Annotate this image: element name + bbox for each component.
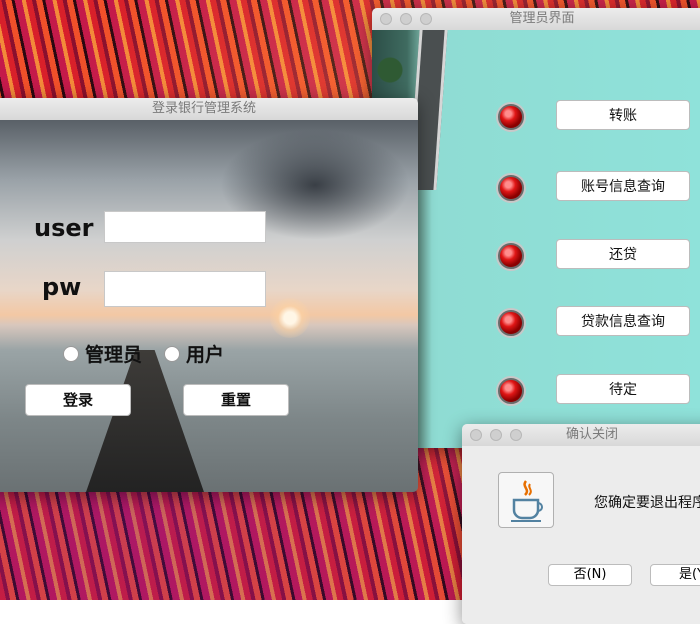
admin-window-title: 管理员界面 xyxy=(509,11,575,26)
role-admin-label: 管理员 xyxy=(85,344,143,366)
window-controls xyxy=(470,429,522,441)
reset-button[interactable]: 重置 xyxy=(183,384,289,416)
status-led-icon xyxy=(498,310,524,336)
role-user-label: 用户 xyxy=(186,344,225,366)
confirm-close-dialog: 确认关闭 您确定要退出程序 否(N) 是(Y xyxy=(462,424,700,624)
status-led-icon xyxy=(498,104,524,130)
status-led-icon xyxy=(498,175,524,201)
pw-label: pw xyxy=(42,273,82,301)
minimize-button[interactable] xyxy=(400,13,412,25)
user-input[interactable] xyxy=(104,211,266,243)
confirm-message: 您确定要退出程序 xyxy=(594,495,700,511)
confirm-dialog-title: 确认关闭 xyxy=(565,427,618,442)
status-led-icon xyxy=(498,243,524,269)
confirm-content: 您确定要退出程序 否(N) 是(Y xyxy=(462,446,700,624)
java-icon xyxy=(498,472,554,528)
no-button[interactable]: 否(N) xyxy=(548,564,632,586)
role-user-radio[interactable]: 用户 xyxy=(164,340,224,367)
admin-window: 管理员界面 转账 账号信息查询 还贷 贷款信息查询 待定 xyxy=(372,8,700,448)
password-input[interactable] xyxy=(104,271,266,307)
radio-circle-icon[interactable] xyxy=(63,345,79,362)
role-admin-radio[interactable]: 管理员 xyxy=(63,340,142,367)
pending-button[interactable]: 待定 xyxy=(556,374,690,404)
minimize-button[interactable] xyxy=(490,429,502,441)
login-titlebar[interactable]: 登录银行管理系统 xyxy=(0,98,418,121)
radio-circle-icon[interactable] xyxy=(164,345,180,362)
background-sun xyxy=(270,298,310,338)
close-button[interactable] xyxy=(470,429,482,441)
zoom-button[interactable] xyxy=(420,13,432,25)
user-label: user xyxy=(34,214,94,242)
login-content: user pw 管理员 用户 登录 重置 xyxy=(0,120,418,492)
loan-info-query-button[interactable]: 贷款信息查询 xyxy=(556,306,690,336)
background-pier xyxy=(85,350,205,492)
account-info-query-button[interactable]: 账号信息查询 xyxy=(556,171,690,201)
window-controls xyxy=(380,13,432,25)
status-led-icon xyxy=(498,378,524,404)
zoom-button[interactable] xyxy=(510,429,522,441)
yes-button[interactable]: 是(Y xyxy=(650,564,700,586)
confirm-titlebar[interactable]: 确认关闭 xyxy=(462,424,700,447)
login-window-title: 登录银行管理系统 xyxy=(151,101,256,116)
admin-content: 转账 账号信息查询 还贷 贷款信息查询 待定 xyxy=(372,30,700,448)
repay-loan-button[interactable]: 还贷 xyxy=(556,239,690,269)
admin-titlebar[interactable]: 管理员界面 xyxy=(372,8,700,31)
login-button[interactable]: 登录 xyxy=(25,384,131,416)
login-window: 登录银行管理系统 user pw 管理员 用户 登录 重置 xyxy=(0,98,418,492)
transfer-button[interactable]: 转账 xyxy=(556,100,690,130)
close-button[interactable] xyxy=(380,13,392,25)
